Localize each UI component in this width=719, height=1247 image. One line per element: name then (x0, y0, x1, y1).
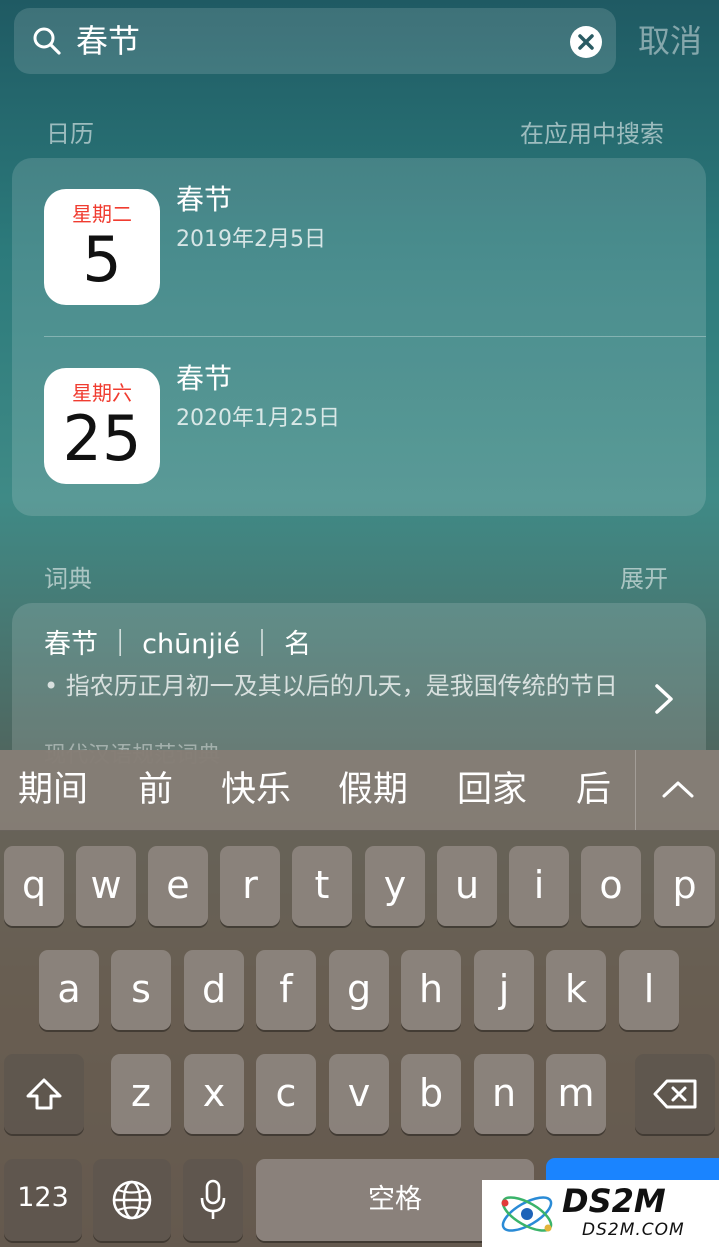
prediction-candidate[interactable]: 期间 (18, 769, 88, 811)
prediction-candidate[interactable]: 假期 (338, 769, 408, 811)
key-a[interactable]: a (39, 950, 99, 1030)
calendar-app-icon: 星期二 5 (44, 189, 160, 305)
key-g[interactable]: g (329, 950, 389, 1030)
key-d[interactable]: d (184, 950, 244, 1030)
chevron-right-icon (655, 684, 673, 714)
prediction-divider (635, 750, 636, 830)
event-date: 2019年2月5日 (176, 227, 326, 252)
key-r[interactable]: r (220, 846, 280, 926)
event-title: 春节 (176, 183, 233, 216)
globe-key[interactable] (93, 1159, 171, 1241)
shift-key[interactable] (4, 1054, 84, 1134)
search-in-app-link[interactable]: 在应用中搜索 (520, 120, 664, 148)
key-n[interactable]: n (474, 1054, 534, 1134)
key-p[interactable]: p (654, 846, 715, 926)
microphone-key[interactable] (183, 1159, 243, 1241)
key-m[interactable]: m (546, 1054, 606, 1134)
cancel-button[interactable]: 取消 (638, 22, 702, 60)
watermark: DS2M DS2M.COM (482, 1180, 719, 1247)
key-f[interactable]: f (256, 950, 316, 1030)
numbers-key[interactable]: 123 (4, 1159, 82, 1241)
dictionary-section-title: 词典 (44, 565, 92, 593)
watermark-domain: DS2M.COM (582, 1220, 685, 1240)
prediction-bar: 期间 前 快乐 假期 回家 后 (0, 750, 719, 831)
key-o[interactable]: o (581, 846, 641, 926)
prediction-candidate[interactable]: 快乐 (221, 769, 291, 811)
ds2m-logo-icon (501, 1196, 553, 1232)
key-z[interactable]: z (111, 1054, 171, 1134)
calendar-section-title: 日历 (46, 120, 94, 148)
dictionary-headword: 春节 ｜ chūnjié ｜ 名 (44, 629, 312, 660)
delete-key[interactable] (635, 1054, 715, 1134)
watermark-brand: DS2M (562, 1182, 666, 1220)
key-u[interactable]: u (437, 846, 497, 926)
key-x[interactable]: x (184, 1054, 244, 1134)
prediction-candidate[interactable]: 前 (138, 769, 173, 811)
key-t[interactable]: t (292, 846, 352, 926)
search-icon (33, 27, 61, 55)
row-divider (44, 336, 706, 337)
globe-icon (112, 1180, 152, 1220)
dictionary-definition: • 指农历正月初一及其以后的几天，是我国传统的节日 (44, 672, 618, 700)
event-date: 2020年1月25日 (176, 406, 340, 431)
prediction-candidate[interactable]: 回家 (457, 769, 527, 811)
expand-link[interactable]: 展开 (620, 565, 668, 593)
search-bar[interactable]: 春节 (14, 8, 616, 74)
clear-icon[interactable] (570, 26, 602, 58)
key-h[interactable]: h (401, 950, 461, 1030)
backspace-icon (653, 1079, 697, 1109)
key-i[interactable]: i (509, 846, 569, 926)
key-c[interactable]: c (256, 1054, 316, 1134)
key-l[interactable]: l (619, 950, 679, 1030)
calendar-day-number: 25 (62, 402, 142, 475)
chevron-up-icon[interactable] (660, 774, 696, 804)
key-s[interactable]: s (111, 950, 171, 1030)
prediction-candidate[interactable]: 后 (576, 769, 611, 811)
calendar-results-card: 星期二 5 春节 2019年2月5日 星期六 25 春节 2020年1月25日 (12, 158, 706, 516)
calendar-day-number: 5 (82, 223, 122, 296)
key-b[interactable]: b (401, 1054, 461, 1134)
key-w[interactable]: w (76, 846, 136, 926)
search-input[interactable]: 春节 (76, 22, 140, 60)
key-v[interactable]: v (329, 1054, 389, 1134)
microphone-icon (200, 1179, 226, 1219)
key-q[interactable]: q (4, 846, 64, 926)
shift-icon (26, 1078, 62, 1110)
event-title: 春节 (176, 362, 233, 395)
calendar-app-icon: 星期六 25 (44, 368, 160, 484)
key-y[interactable]: y (365, 846, 425, 926)
key-j[interactable]: j (474, 950, 534, 1030)
key-k[interactable]: k (546, 950, 606, 1030)
key-e[interactable]: e (148, 846, 208, 926)
